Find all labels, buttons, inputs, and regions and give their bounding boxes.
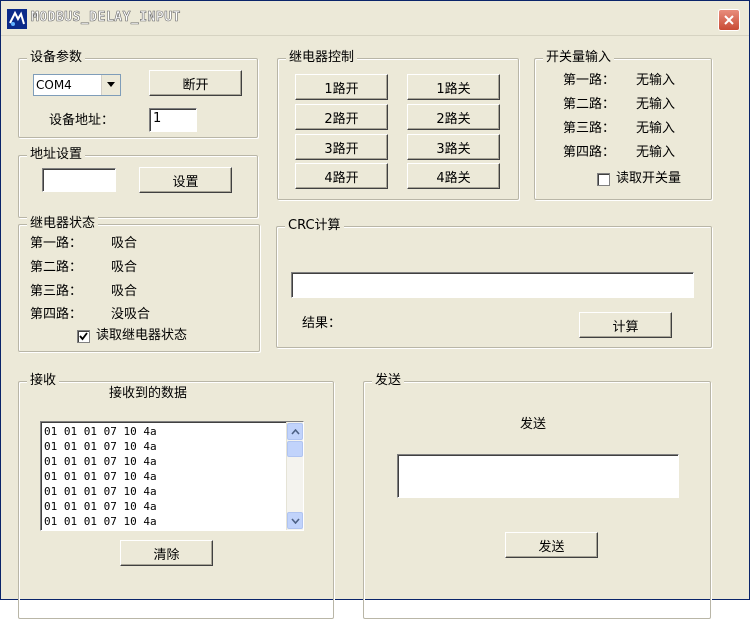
scroll-down-button[interactable] bbox=[287, 512, 303, 529]
clear-button[interactable]: 清除 bbox=[120, 540, 213, 566]
crc-result-label: 结果： bbox=[302, 316, 342, 331]
chevron-down-icon bbox=[290, 517, 300, 524]
calculate-button[interactable]: 计算 bbox=[579, 312, 672, 338]
list-item: 01 01 01 07 10 4a bbox=[44, 455, 157, 468]
crc-label: CRC计算 bbox=[285, 218, 344, 234]
switch-row-1-value: 无输入 bbox=[636, 73, 676, 88]
read-relay-status-checkbox[interactable] bbox=[77, 330, 90, 343]
list-item: 01 01 01 07 10 4a bbox=[44, 485, 157, 498]
client-area: 设备参数 COM4 断开 设备地址： 1 地址设置 设置 继电器控制 1路开 1… bbox=[1, 36, 749, 619]
list-item: 01 01 01 07 10 4a bbox=[44, 470, 157, 483]
close-icon bbox=[724, 15, 734, 25]
send-button[interactable]: 发送 bbox=[505, 532, 598, 558]
send-input-field[interactable] bbox=[397, 454, 679, 498]
switch-row-4-label: 第四路： bbox=[563, 145, 616, 160]
status-row-2-value: 吸合 bbox=[111, 260, 138, 275]
relay-control-label: 继电器控制 bbox=[286, 50, 358, 66]
list-item: 01 01 01 07 10 4a bbox=[44, 440, 157, 453]
crc-input-field[interactable] bbox=[291, 272, 694, 298]
app-icon bbox=[7, 9, 27, 29]
relay-2-on-button[interactable]: 2路开 bbox=[295, 104, 388, 130]
scroll-thumb[interactable] bbox=[287, 441, 303, 457]
switch-row-2-value: 无输入 bbox=[636, 97, 676, 112]
received-data-list[interactable]: 01 01 01 07 10 4a 01 01 01 07 10 4a 01 0… bbox=[40, 421, 304, 531]
relay-status-label: 继电器状态 bbox=[27, 216, 99, 232]
scroll-up-button[interactable] bbox=[287, 423, 303, 440]
switch-input-label: 开关量输入 bbox=[543, 50, 615, 66]
vertical-scrollbar[interactable] bbox=[286, 422, 303, 530]
window-title: MODBUS_DELAY_INPUT bbox=[31, 10, 181, 26]
relay-4-on-button[interactable]: 4路开 bbox=[295, 163, 388, 189]
port-select[interactable]: COM4 bbox=[33, 74, 121, 96]
title-bar[interactable]: MODBUS_DELAY_INPUT bbox=[1, 1, 749, 36]
close-button[interactable] bbox=[718, 9, 740, 31]
relay-1-off-button[interactable]: 1路关 bbox=[407, 74, 500, 100]
list-item: 01 01 01 07 10 4a bbox=[44, 500, 157, 513]
received-data-lines: 01 01 01 07 10 4a 01 01 01 07 10 4a 01 0… bbox=[44, 424, 157, 529]
read-relay-status-label[interactable]: 读取继电器状态 bbox=[96, 328, 187, 344]
send-label: 发送 bbox=[372, 373, 405, 389]
status-row-3-label: 第三路： bbox=[30, 284, 83, 299]
checkmark-icon bbox=[79, 332, 88, 341]
set-address-button[interactable]: 设置 bbox=[139, 167, 232, 193]
status-row-3-value: 吸合 bbox=[111, 284, 138, 299]
port-select-value: COM4 bbox=[36, 78, 72, 92]
address-setting-label: 地址设置 bbox=[27, 147, 86, 163]
status-row-4-label: 第四路： bbox=[30, 307, 83, 322]
device-params-label: 设备参数 bbox=[27, 50, 86, 66]
relay-4-off-button[interactable]: 4路关 bbox=[407, 163, 500, 189]
receive-label: 接收 bbox=[27, 373, 60, 389]
disconnect-button[interactable]: 断开 bbox=[149, 70, 242, 96]
read-switch-label[interactable]: 读取开关量 bbox=[616, 171, 681, 187]
status-row-4-value: 没吸合 bbox=[111, 307, 151, 322]
switch-row-1-label: 第一路： bbox=[563, 73, 616, 88]
chevron-up-icon bbox=[290, 428, 300, 435]
list-item: 01 01 01 07 10 4a bbox=[44, 425, 157, 438]
app-window: MODBUS_DELAY_INPUT 设备参数 COM4 断开 设备地址： 1 … bbox=[0, 0, 750, 619]
chevron-down-icon[interactable] bbox=[101, 75, 120, 95]
device-address-field[interactable]: 1 bbox=[149, 108, 197, 132]
receive-header: 接收到的数据 bbox=[109, 386, 188, 401]
switch-row-2-label: 第二路： bbox=[563, 97, 616, 112]
device-address-label: 设备地址： bbox=[49, 113, 115, 128]
relay-3-on-button[interactable]: 3路开 bbox=[295, 134, 388, 160]
switch-row-4-value: 无输入 bbox=[636, 145, 676, 160]
status-row-2-label: 第二路： bbox=[30, 260, 83, 275]
address-setting-field[interactable] bbox=[42, 168, 116, 192]
read-switch-checkbox[interactable] bbox=[597, 173, 610, 186]
relay-2-off-button[interactable]: 2路关 bbox=[407, 104, 500, 130]
relay-3-off-button[interactable]: 3路关 bbox=[407, 134, 500, 160]
switch-row-3-label: 第三路： bbox=[563, 121, 616, 136]
send-header: 发送 bbox=[520, 417, 547, 432]
status-row-1-label: 第一路： bbox=[30, 236, 83, 251]
switch-row-3-value: 无输入 bbox=[636, 121, 676, 136]
list-item: 01 01 01 07 10 4a bbox=[44, 515, 157, 528]
relay-1-on-button[interactable]: 1路开 bbox=[295, 74, 388, 100]
status-row-1-value: 吸合 bbox=[111, 236, 138, 251]
